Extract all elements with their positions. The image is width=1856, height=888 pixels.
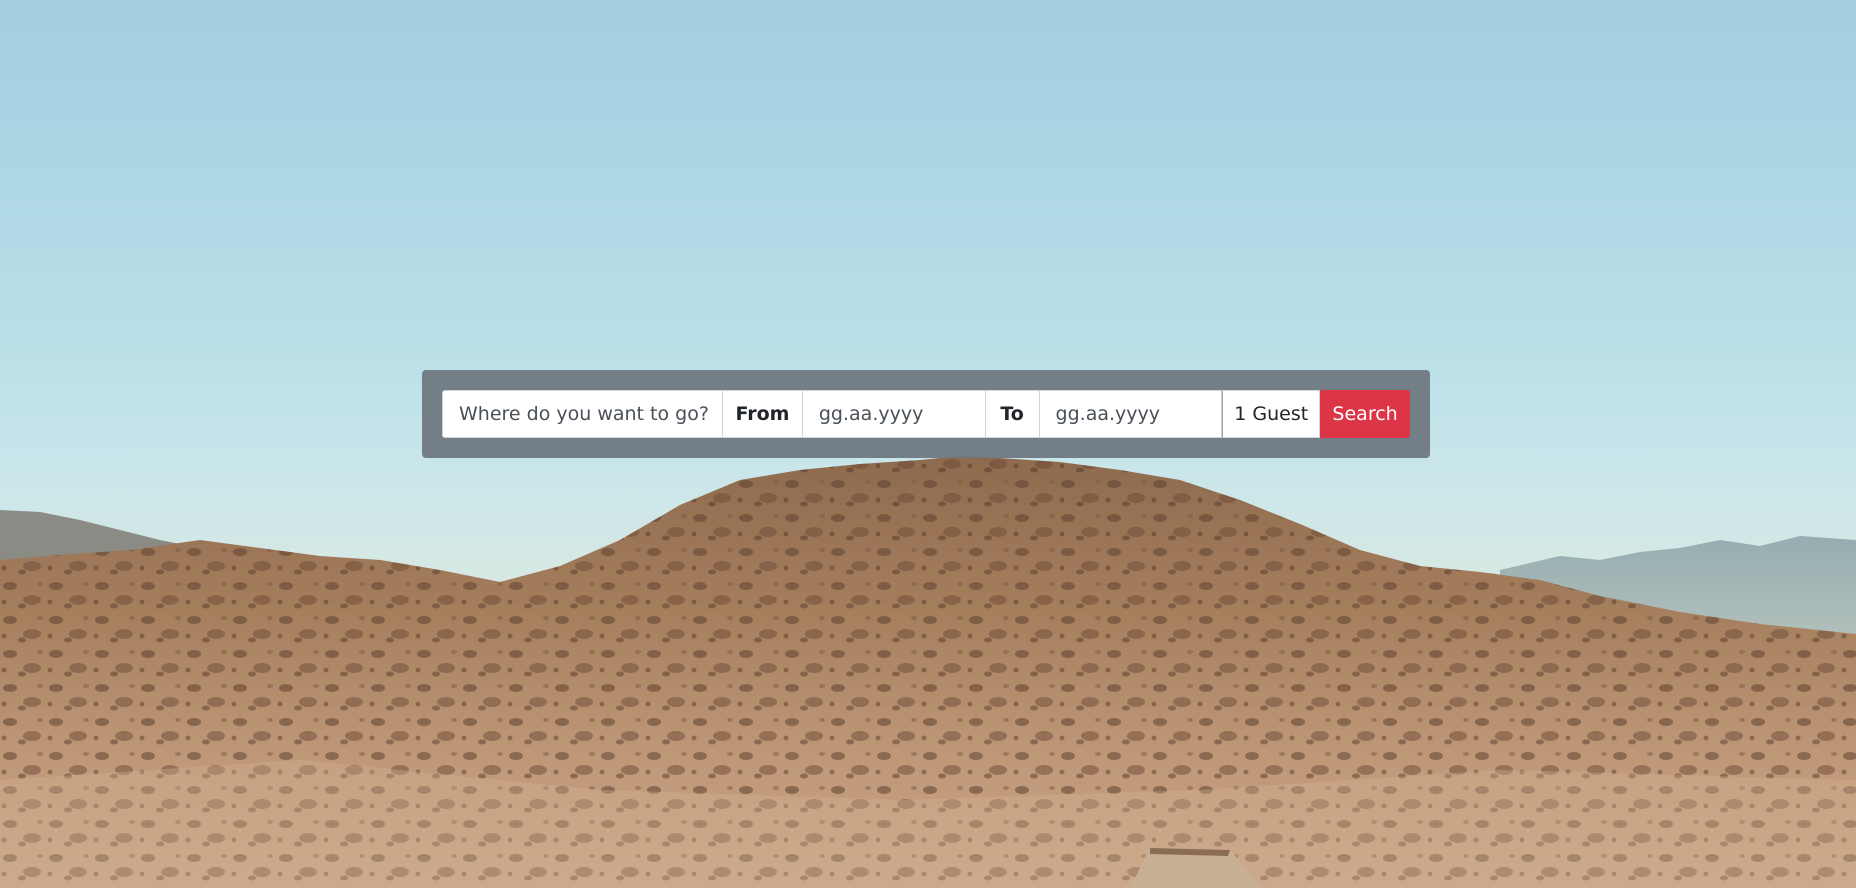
guest-count-select[interactable]: 1 Guest: [1222, 390, 1321, 438]
search-form: Where do you want to go? From gg.aa.yyyy…: [442, 390, 1410, 438]
to-label: To: [985, 390, 1040, 438]
from-label: From: [723, 390, 803, 438]
from-date-input[interactable]: gg.aa.yyyy: [802, 390, 986, 438]
search-button[interactable]: Search: [1320, 390, 1410, 438]
to-date-input[interactable]: gg.aa.yyyy: [1039, 390, 1223, 438]
search-panel: Where do you want to go? From gg.aa.yyyy…: [422, 370, 1430, 458]
destination-input[interactable]: Where do you want to go?: [442, 390, 723, 438]
hero-background: Where do you want to go? From gg.aa.yyyy…: [0, 0, 1856, 888]
